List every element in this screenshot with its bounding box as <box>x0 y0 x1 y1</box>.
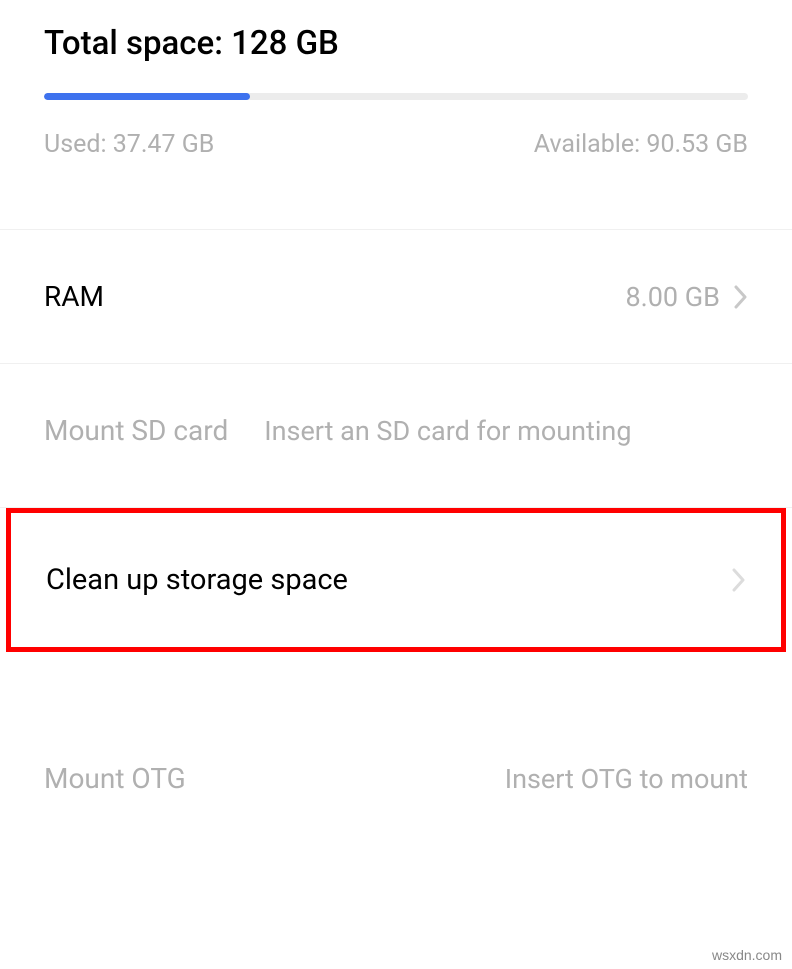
ram-value-group: 8.00 GB <box>625 281 748 313</box>
mount-otg-label: Mount OTG <box>44 762 186 795</box>
storage-summary-section: Total space: 128 GB Used: 37.47 GB Avail… <box>0 0 792 159</box>
ram-row[interactable]: RAM 8.00 GB <box>0 230 792 363</box>
total-space-value: 128 GB <box>231 24 339 63</box>
storage-stats-row: Used: 37.47 GB Available: 90.53 GB <box>44 130 748 159</box>
storage-progress-bar <box>44 93 748 100</box>
clean-up-storage-row[interactable]: Clean up storage space <box>6 508 786 652</box>
clean-up-storage-label: Clean up storage space <box>46 563 348 597</box>
mount-sd-card-description: Insert an SD card for mounting <box>264 415 631 447</box>
used-label: Used: 37.47 GB <box>44 130 214 159</box>
ram-label: RAM <box>44 280 104 313</box>
storage-progress-fill <box>44 93 250 100</box>
chevron-right-icon <box>732 568 746 592</box>
mount-otg-description: Insert OTG to mount <box>505 763 748 795</box>
mount-otg-row: Mount OTG Insert OTG to mount <box>0 652 792 825</box>
available-label: Available: 90.53 GB <box>534 130 748 159</box>
chevron-right-icon <box>734 285 748 309</box>
mount-sd-card-label: Mount SD card <box>44 414 228 447</box>
total-space-prefix: Total space: <box>44 24 231 63</box>
mount-sd-card-row: Mount SD card Insert an SD card for moun… <box>0 364 792 507</box>
total-space-title: Total space: 128 GB <box>44 24 748 63</box>
watermark-text: wsxdn.com <box>712 947 782 963</box>
ram-value: 8.00 GB <box>625 281 720 313</box>
